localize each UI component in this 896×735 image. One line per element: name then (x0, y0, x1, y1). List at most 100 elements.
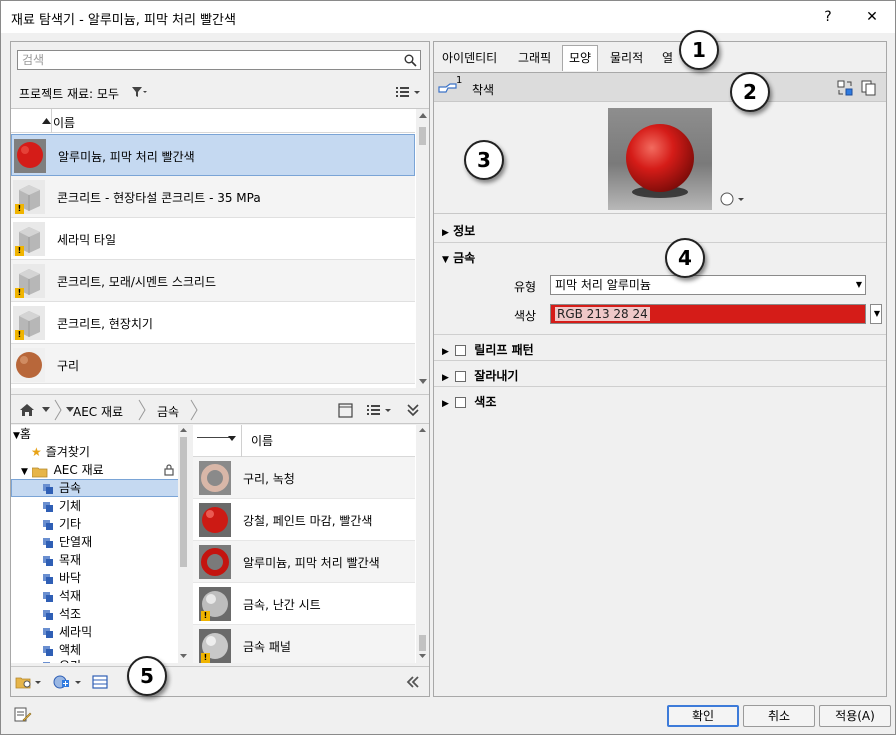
breadcrumb-aec-materials[interactable]: AEC 재료 (73, 403, 123, 420)
tree-item-insulation[interactable]: 단열재 (43, 533, 92, 551)
edit-notes-icon[interactable] (13, 706, 33, 724)
material-row[interactable]: 알루미늄, 피막 처리 빨간색 (11, 134, 415, 176)
section-relief-pattern[interactable]: ▶ 릴리프 패턴 (442, 341, 534, 358)
section-tint[interactable]: ▶ 색조 (442, 393, 496, 410)
home-icon[interactable] (19, 402, 35, 418)
type-value: 피막 처리 알루미늄 (555, 278, 651, 292)
asset-browser-icon[interactable] (91, 673, 109, 691)
library-item-row[interactable]: 알루미늄, 피막 처리 빨간색 (193, 541, 415, 583)
scroll-down-icon[interactable] (418, 377, 427, 385)
sort-ascending-icon[interactable] (41, 116, 51, 126)
color-swatch-field[interactable]: RGB 213 28 24 (550, 304, 866, 324)
section-info[interactable]: ▶ 정보 (442, 222, 475, 239)
steel-sphere-thumbnail: ! (199, 587, 231, 621)
replace-asset-icon[interactable] (836, 80, 854, 96)
steel-sphere-thumbnail: ! (199, 629, 231, 663)
filter-icon[interactable] (131, 85, 147, 99)
library-item-row[interactable]: 구리, 녹청 (193, 457, 415, 499)
material-row[interactable]: ! 콘크리트 - 현장타설 콘크리트 - 35 MPa (11, 176, 415, 218)
scroll-up-icon[interactable] (180, 427, 187, 433)
expand-arrow-icon[interactable]: ▼ (13, 431, 20, 441)
tree-item-metal[interactable]: 금속 (43, 479, 81, 497)
material-row[interactable]: ! 세라믹 타일 (11, 218, 415, 260)
cutout-checkbox[interactable] (455, 371, 467, 382)
tree-item-favorites[interactable]: ★ 즐겨찾기 (31, 443, 90, 461)
scroll-thumb[interactable] (180, 437, 187, 567)
warning-icon: ! (15, 204, 24, 214)
column-header-name[interactable]: 이름 (53, 114, 75, 131)
collapsed-arrow-icon[interactable]: ▶ (442, 399, 449, 409)
material-row[interactable]: ! 콘크리트, 현장치기 (11, 302, 415, 344)
tree-item-masonry[interactable]: 석조 (43, 605, 81, 623)
manage-library-icon[interactable] (15, 674, 43, 690)
tab-physical[interactable]: 물리적 (604, 46, 649, 70)
tab-identity[interactable]: 아이덴티티 (436, 46, 503, 70)
tree-item-home[interactable]: ▼홈 (13, 425, 31, 443)
chevron-down-icon[interactable] (41, 404, 51, 414)
ok-button[interactable]: 확인 (667, 705, 739, 727)
concrete-cube-thumbnail: ! (13, 222, 45, 256)
library-item-row[interactable]: ! 금속, 난간 시트 (193, 583, 415, 625)
library-item-row[interactable]: 강철, 페인트 마감, 빨간색 (193, 499, 415, 541)
tab-thermal[interactable]: 열 (656, 46, 679, 70)
scroll-down-icon[interactable] (419, 653, 426, 659)
type-dropdown[interactable]: 피막 처리 알루미늄 ▼ (550, 275, 866, 295)
collapse-left-icon[interactable] (405, 674, 421, 690)
panel-view-icon[interactable] (337, 402, 353, 418)
collapsed-arrow-icon[interactable]: ▶ (442, 228, 449, 238)
library-item-row[interactable]: ! 금속 패널 (193, 625, 415, 663)
header-divider (51, 109, 52, 133)
tree-item-flooring[interactable]: 바닥 (43, 569, 81, 587)
scroll-thumb[interactable] (419, 127, 426, 145)
preview-scene-icon[interactable] (718, 192, 746, 206)
tree-item-glass[interactable]: 유리 (43, 657, 81, 663)
chevron-down-icon[interactable] (227, 433, 237, 443)
asset-count: 1 (456, 75, 463, 86)
warning-icon: ! (201, 611, 210, 621)
scroll-up-icon[interactable] (418, 111, 427, 119)
close-button[interactable]: ✕ (857, 5, 887, 29)
tree-item-ceramic[interactable]: 세라믹 (43, 623, 92, 641)
help-button[interactable]: ? (813, 5, 843, 29)
material-row[interactable]: 구리 (11, 344, 415, 384)
tree-item-gas[interactable]: 기체 (43, 497, 81, 515)
material-row[interactable]: ! 콘크리트, 모래/시멘트 스크리드 (11, 260, 415, 302)
collapse-down-icon[interactable] (405, 402, 421, 418)
expand-arrow-icon[interactable]: ▼ (21, 467, 28, 477)
tab-graphics[interactable]: 그래픽 (512, 46, 557, 70)
list-view-icon[interactable] (365, 403, 395, 417)
color-options-button[interactable]: ▼ (870, 304, 882, 324)
relief-pattern-checkbox[interactable] (455, 345, 467, 356)
search-input[interactable] (18, 51, 388, 69)
duplicate-asset-icon[interactable] (860, 80, 878, 96)
tree-item-other[interactable]: 기타 (43, 515, 81, 533)
scroll-down-icon[interactable] (180, 653, 187, 659)
chevron-down-icon[interactable]: ▼ (856, 276, 862, 294)
project-list-scrollbar[interactable] (416, 109, 429, 389)
scroll-up-icon[interactable] (419, 427, 426, 433)
collapsed-arrow-icon[interactable]: ▶ (442, 373, 449, 383)
callout-4: 4 (665, 238, 705, 278)
library-list-scrollbar[interactable] (416, 425, 429, 663)
tree-scrollbar[interactable] (178, 425, 189, 663)
expanded-arrow-icon[interactable]: ▼ (442, 255, 449, 265)
tint-checkbox[interactable] (455, 397, 467, 408)
cancel-button[interactable]: 취소 (743, 705, 815, 727)
library-column-header-name[interactable]: 이름 (251, 432, 273, 449)
tree-selection-highlight (11, 479, 179, 497)
section-cutout[interactable]: ▶ 잘라내기 (442, 367, 518, 384)
tab-appearance[interactable]: 모양 (562, 45, 599, 71)
apply-button[interactable]: 적용(A) (819, 705, 891, 727)
section-metal[interactable]: ▼ 금속 (442, 249, 475, 266)
tree-item-wood[interactable]: 목재 (43, 551, 81, 569)
create-material-icon[interactable] (53, 674, 83, 690)
list-header: 이름 (11, 109, 415, 133)
chevron-down-icon[interactable]: ▼ (874, 305, 880, 323)
list-view-icon[interactable] (395, 85, 423, 99)
search-icon[interactable] (403, 53, 417, 67)
collapsed-arrow-icon[interactable]: ▶ (442, 347, 449, 357)
tree-item-stone[interactable]: 석재 (43, 587, 81, 605)
tree-item-aec-materials[interactable]: ▼ AEC 재료 (21, 461, 104, 479)
breadcrumb-metal[interactable]: 금속 (157, 403, 179, 420)
scroll-thumb[interactable] (419, 635, 426, 651)
